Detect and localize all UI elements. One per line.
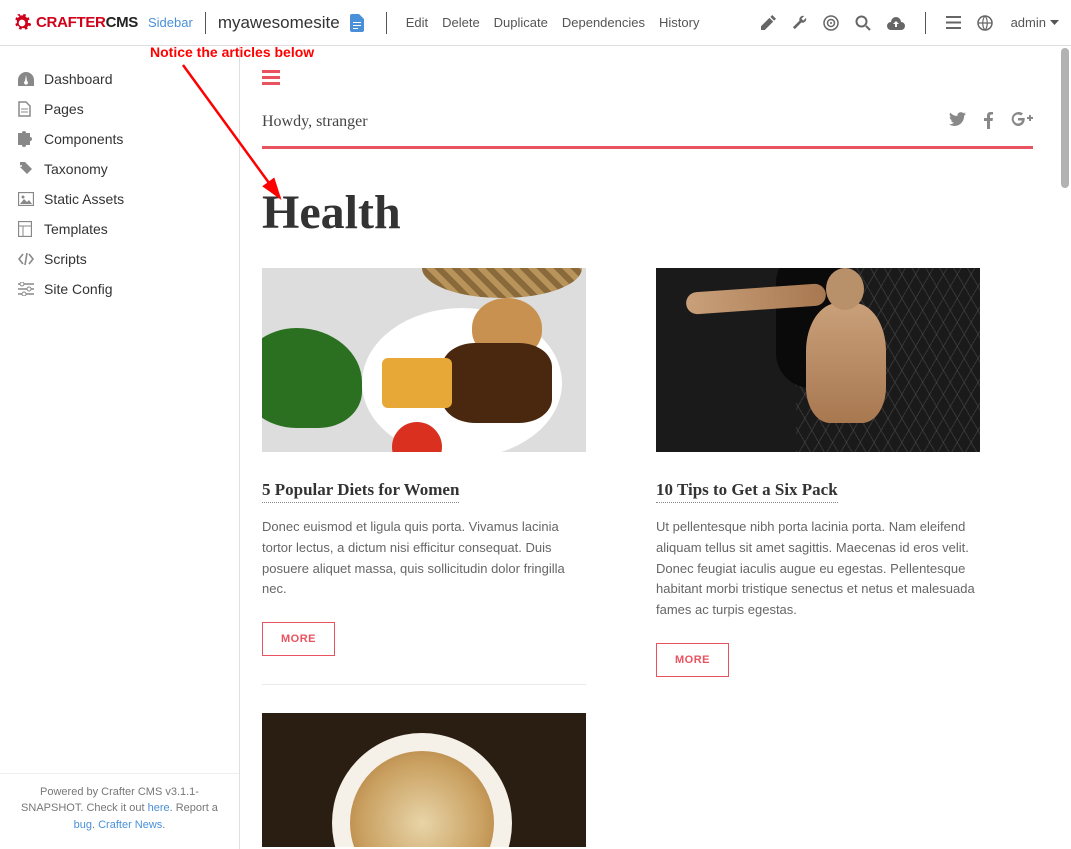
sidebar-item-site-config[interactable]: Site Config [0, 274, 239, 304]
menu-icon[interactable] [946, 16, 961, 29]
admin-label: admin [1011, 15, 1046, 30]
file-icon [18, 101, 38, 117]
sidebar-item-pages[interactable]: Pages [0, 94, 239, 124]
article-image[interactable] [262, 268, 586, 452]
globe-icon[interactable] [977, 15, 993, 31]
sidebar-item-static-assets[interactable]: Static Assets [0, 184, 239, 214]
action-dependencies[interactable]: Dependencies [562, 15, 645, 30]
social-links [949, 112, 1033, 132]
target-icon[interactable] [823, 15, 839, 31]
page-title: Health [262, 185, 1033, 240]
action-delete[interactable]: Delete [442, 15, 480, 30]
article-text: Ut pellentesque nibh porta lacinia porta… [656, 517, 980, 621]
google-plus-icon[interactable] [1011, 112, 1033, 132]
action-edit[interactable]: Edit [406, 15, 428, 30]
cloud-upload-icon[interactable] [887, 16, 905, 30]
footer-link-here[interactable]: here [148, 802, 170, 814]
sidebar-label: Pages [44, 101, 84, 117]
caret-down-icon [1050, 20, 1059, 25]
sidebar-item-components[interactable]: Components [0, 124, 239, 154]
more-button[interactable]: MORE [262, 622, 335, 656]
footer-link-news[interactable]: Crafter News [98, 819, 162, 831]
template-icon [18, 221, 38, 237]
divider [205, 12, 206, 34]
article-image[interactable] [656, 268, 980, 452]
sidebar-label: Scripts [44, 251, 87, 267]
puzzle-icon [18, 131, 38, 147]
pencil-icon[interactable] [761, 15, 776, 30]
sidebar-item-dashboard[interactable]: Dashboard [0, 64, 239, 94]
divider [386, 12, 387, 34]
search-icon[interactable] [855, 15, 871, 31]
divider-red [262, 146, 1033, 149]
gauge-icon [18, 72, 38, 86]
code-icon [18, 253, 38, 265]
article-card: 5 Popular Diets for Women Donec euismod … [262, 268, 586, 847]
footer-link-bug[interactable]: bug [74, 819, 92, 831]
article-card: 10 Tips to Get a Six Pack Ut pellentesqu… [656, 268, 980, 847]
gear-logo-icon [12, 13, 32, 33]
sidebar-label: Templates [44, 221, 108, 237]
sidebar-footer: Powered by Crafter CMS v3.1.1-SNAPSHOT. … [0, 773, 239, 849]
preview-content: Howdy, stranger Health 5 Popular Diets f… [240, 46, 1071, 849]
sidebar-toggle-label[interactable]: Sidebar [148, 15, 193, 30]
sidebar-item-templates[interactable]: Templates [0, 214, 239, 244]
article-image[interactable] [262, 713, 586, 847]
sidebar-label: Site Config [44, 281, 112, 297]
sliders-icon [18, 282, 38, 296]
wrench-icon[interactable] [792, 15, 807, 30]
sidebar-item-taxonomy[interactable]: Taxonomy [0, 154, 239, 184]
sidebar-label: Dashboard [44, 71, 113, 87]
sidebar-label: Taxonomy [44, 161, 108, 177]
logo-text-dark: CMS [106, 14, 138, 31]
admin-menu[interactable]: admin [1011, 15, 1059, 30]
scrollbar[interactable] [1061, 48, 1069, 188]
article-title[interactable]: 10 Tips to Get a Six Pack [656, 480, 838, 503]
tags-icon [18, 162, 38, 176]
sidebar: Dashboard Pages Components Taxonomy Stat… [0, 46, 240, 849]
twitter-icon[interactable] [949, 112, 966, 132]
divider [925, 12, 926, 34]
logo-text-red: CRAFTER [36, 14, 106, 31]
sidebar-label: Components [44, 131, 123, 147]
tool-icons [753, 12, 1001, 34]
greeting-text: Howdy, stranger [262, 113, 368, 131]
logo[interactable]: CRAFTERCMS [12, 13, 138, 33]
articles-grid: 5 Popular Diets for Women Donec euismod … [262, 268, 1033, 847]
topbar: CRAFTERCMS Sidebar myawesomesite Edit De… [0, 0, 1071, 46]
sidebar-label: Static Assets [44, 191, 124, 207]
page-icon[interactable] [350, 14, 364, 32]
image-icon [18, 192, 38, 206]
article-title[interactable]: 5 Popular Diets for Women [262, 480, 459, 503]
action-duplicate[interactable]: Duplicate [494, 15, 548, 30]
facebook-icon[interactable] [984, 112, 993, 132]
article-text: Donec euismod et ligula quis porta. Viva… [262, 517, 586, 600]
page-actions: Edit Delete Duplicate Dependencies Histo… [399, 15, 707, 30]
site-name: myawesomesite [218, 13, 340, 33]
body: Dashboard Pages Components Taxonomy Stat… [0, 46, 1071, 849]
more-button[interactable]: MORE [656, 643, 729, 677]
action-history[interactable]: History [659, 15, 699, 30]
preview-menu-icon[interactable] [262, 70, 280, 88]
sidebar-item-scripts[interactable]: Scripts [0, 244, 239, 274]
